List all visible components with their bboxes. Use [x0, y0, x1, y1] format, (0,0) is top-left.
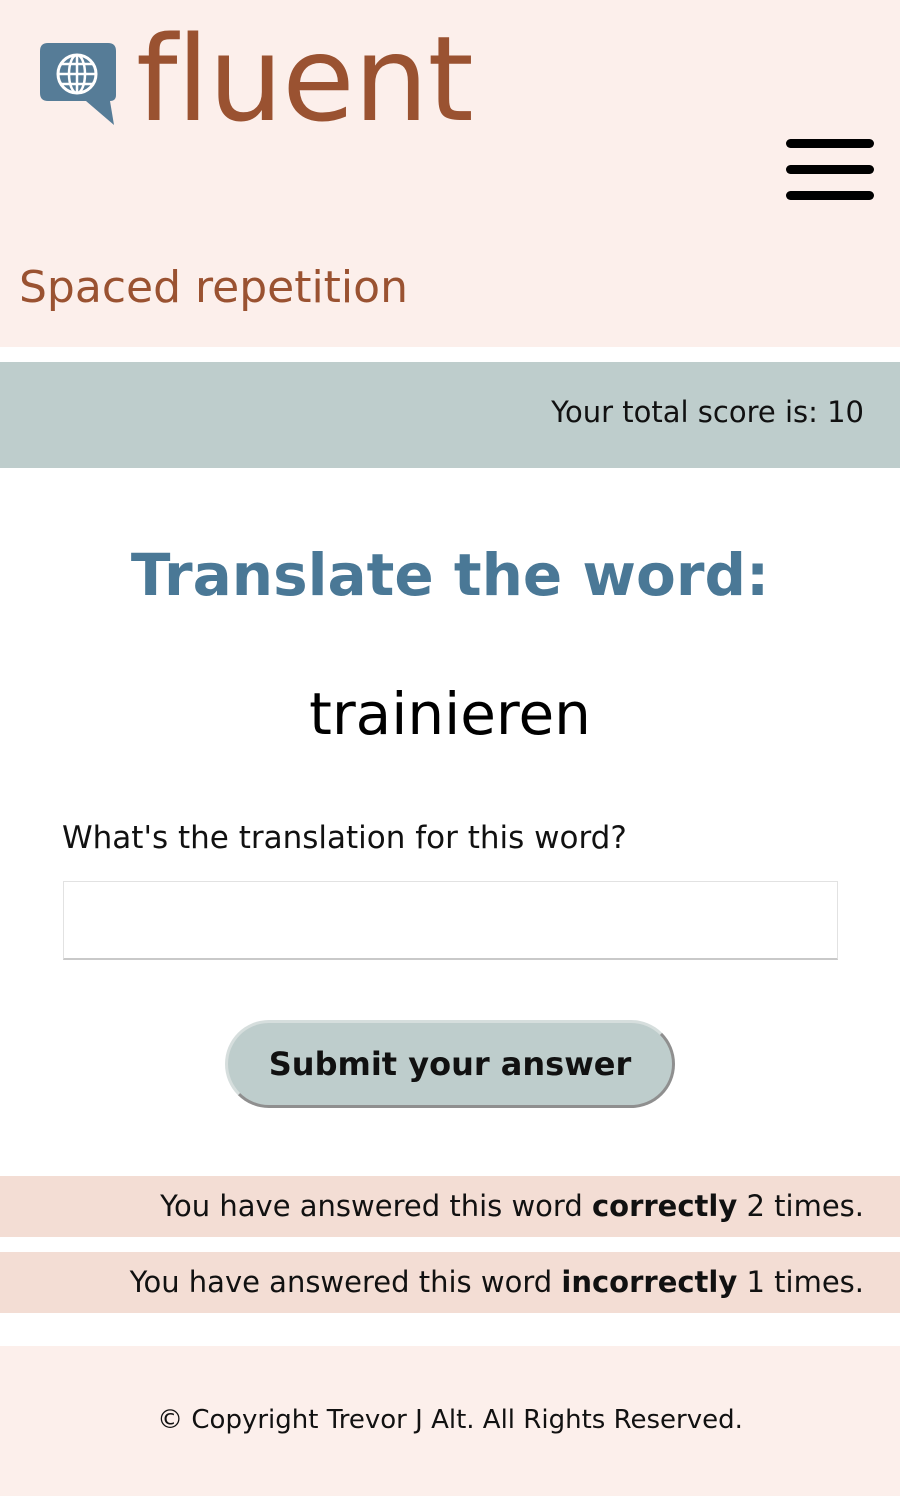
menu-bar-middle [786, 165, 874, 174]
brand-name[interactable]: fluent [136, 20, 474, 138]
site-footer: © Copyright Trevor J Alt. All Rights Res… [0, 1346, 900, 1496]
menu-bar-top [786, 139, 874, 148]
target-word: trainieren [309, 680, 591, 748]
hamburger-menu-icon[interactable] [786, 139, 874, 201]
prompt-heading: Translate the word: [130, 541, 770, 609]
correct-keyword: correctly [591, 1189, 738, 1223]
page: fluent Spaced repetition Your total scor… [0, 0, 900, 1496]
menu-bar-bottom [786, 191, 874, 200]
total-score: Your total score is: 10 [551, 395, 864, 429]
score-bar: Your total score is: 10 [0, 362, 900, 468]
incorrect-suffix: 1 times. [746, 1265, 864, 1299]
correct-suffix: 2 times. [746, 1189, 864, 1223]
incorrect-count-text: You have answered this word incorrectly … [130, 1264, 864, 1302]
incorrect-prefix: You have answered this word [129, 1265, 553, 1299]
site-header: fluent Spaced repetition [0, 0, 900, 347]
incorrect-count-row: You have answered this word incorrectly … [0, 1252, 900, 1313]
correct-prefix: You have answered this word [160, 1189, 583, 1223]
submit-answer-button[interactable]: Submit your answer [225, 1020, 675, 1108]
correct-count-row: You have answered this word correctly 2 … [0, 1176, 900, 1237]
page-subtitle: Spaced repetition [19, 262, 408, 313]
answer-input[interactable] [63, 881, 838, 960]
copyright-text: © Copyright Trevor J Alt. All Rights Res… [157, 1405, 743, 1435]
globe-speech-bubble-icon[interactable] [40, 43, 116, 127]
incorrect-keyword: incorrectly [561, 1265, 738, 1299]
answer-field-label: What's the translation for this word? [62, 820, 627, 856]
correct-count-text: You have answered this word correctly 2 … [160, 1188, 864, 1226]
